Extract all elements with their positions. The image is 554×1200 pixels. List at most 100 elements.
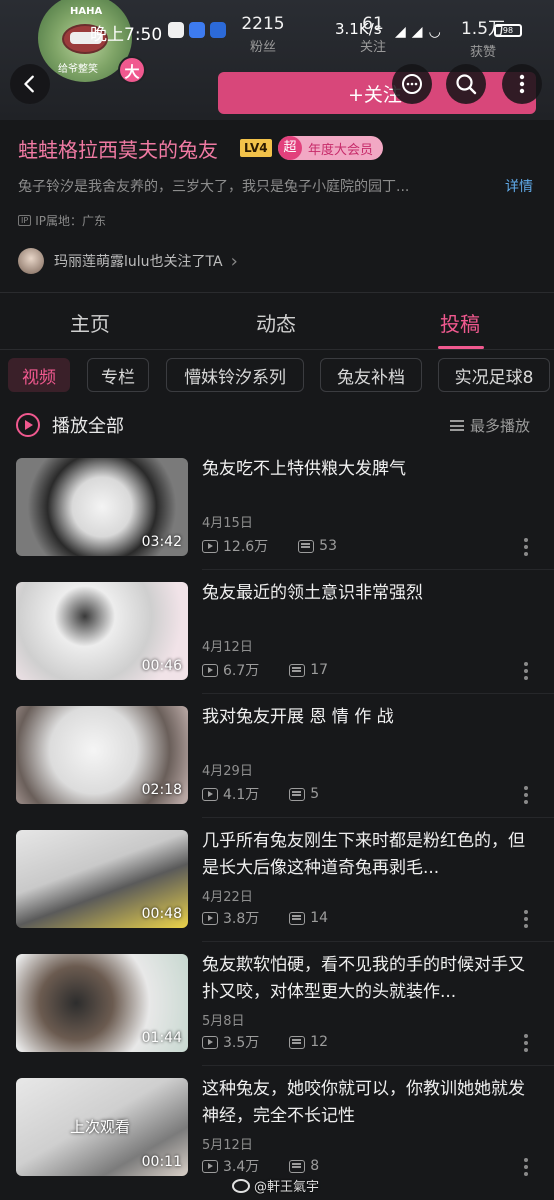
username: 蛙蛙格拉西莫夫的兔友 — [18, 138, 218, 162]
search-button[interactable] — [446, 64, 486, 104]
watermark: @軒王氣宇 — [232, 1176, 319, 1195]
mutual-avatar — [18, 248, 44, 274]
video-date: 4月29日 — [202, 764, 253, 779]
list-divider — [202, 1065, 554, 1066]
video-duration: 00:48 — [141, 906, 182, 922]
video-thumbnail[interactable]: 上次观看 00:11 — [16, 1078, 188, 1176]
ip-location: IP IP属地：广东 — [18, 212, 106, 229]
video-title[interactable]: 这种兔友，她咬你就可以，你教训她她就发神经，完全不长记性 — [202, 1076, 532, 1130]
video-date: 5月8日 — [202, 1014, 245, 1029]
view-count: 6.7万 — [223, 663, 260, 679]
video-meta: 4.1万 5 — [202, 784, 319, 804]
chip-column[interactable]: 专栏 — [87, 358, 149, 392]
more-vertical-icon[interactable] — [524, 910, 530, 928]
video-item[interactable]: 00:48 几乎所有兔友刚生下来时都是粉红色的，但是长大后像这种道奇兔再剥毛...… — [0, 828, 554, 952]
annual-vip-label: 年度大会员 — [308, 142, 374, 158]
chat-bubble-icon — [402, 74, 422, 94]
annual-vip-badge[interactable]: 超 年度大会员 — [278, 136, 384, 160]
video-title[interactable]: 兔友最近的领土意识非常强烈 — [202, 580, 532, 607]
play-all-button[interactable]: 播放全部 — [16, 412, 124, 438]
play-count-icon — [202, 1159, 218, 1173]
wifi-icon: ◡ — [428, 24, 441, 40]
last-watched-label: 上次观看 — [70, 1118, 131, 1136]
video-duration: 01:44 — [141, 1030, 182, 1046]
view-count: 3.8万 — [223, 911, 260, 927]
video-title[interactable]: 几乎所有兔友刚生下来时都是粉红色的，但是长大后像这种道奇兔再剥毛... — [202, 828, 532, 882]
video-thumbnail[interactable]: 02:18 — [16, 706, 188, 804]
stat-following[interactable]: 61 关注 — [338, 14, 408, 55]
more-button[interactable] — [502, 64, 542, 104]
search-icon — [456, 74, 477, 95]
video-item[interactable]: 00:46 兔友最近的领土意识非常强烈 4月12日 6.7万 17 — [0, 580, 554, 704]
super-vip-icon: 超 — [278, 136, 302, 160]
chevron-left-icon — [24, 75, 34, 93]
more-vertical-icon[interactable] — [524, 1158, 530, 1176]
weibo-icon — [232, 1178, 250, 1193]
stat-fans-label: 粉丝 — [249, 40, 276, 55]
mutual-follow-row[interactable]: 玛丽莲萌露lulu也关注了TA › — [18, 248, 238, 274]
app-icon — [189, 22, 205, 38]
chip-football[interactable]: 实况足球8 — [438, 358, 550, 392]
message-button[interactable] — [392, 64, 432, 104]
alipay-icon — [210, 22, 226, 38]
danmaku-count: 5 — [310, 786, 320, 802]
video-thumbnail[interactable]: 01:44 — [16, 954, 188, 1052]
play-count-icon — [202, 663, 218, 677]
video-thumbnail[interactable]: 00:48 — [16, 830, 188, 928]
tab-uploads[interactable]: 投稿 — [440, 308, 480, 337]
tab-dynamics[interactable]: 动态 — [256, 308, 296, 337]
more-vertical-icon[interactable] — [524, 786, 530, 804]
back-button[interactable] — [10, 64, 50, 104]
view-count: 12.6万 — [223, 539, 269, 555]
play-count-icon — [202, 911, 218, 925]
chip-video[interactable]: 视频 — [8, 358, 70, 392]
danmaku-count: 53 — [319, 538, 337, 554]
danmaku-count: 17 — [310, 662, 329, 678]
list-divider — [202, 569, 554, 570]
follow-button[interactable]: +关注 — [218, 72, 536, 114]
sort-button[interactable]: 最多播放 — [450, 415, 530, 436]
more-vertical-icon[interactable] — [524, 538, 530, 556]
view-count: 3.5万 — [223, 1035, 260, 1051]
danmaku-icon — [298, 539, 315, 553]
video-duration: 02:18 — [141, 782, 182, 798]
mutual-follow-text: 玛丽莲萌露lulu也关注了TA — [54, 254, 223, 270]
video-thumbnail[interactable]: 00:46 — [16, 582, 188, 680]
level-badge: LV4 — [240, 139, 272, 157]
video-item[interactable]: 02:18 我对兔友开展 恩 情 作 战 4月29日 4.1万 5 — [0, 704, 554, 828]
list-divider — [202, 817, 554, 818]
video-thumbnail[interactable]: 03:42 — [16, 458, 188, 556]
tab-home[interactable]: 主页 — [70, 308, 110, 337]
danmaku-icon — [289, 1159, 306, 1173]
danmaku-count: 12 — [310, 1034, 329, 1050]
play-all-label: 播放全部 — [52, 416, 124, 437]
stat-likes[interactable]: 1.5万 获赞 — [448, 14, 518, 60]
chip-archive[interactable]: 兔友补档 — [320, 358, 422, 392]
video-duration: 03:42 — [141, 534, 182, 550]
video-duration: 00:11 — [141, 1154, 182, 1170]
video-date: 4月15日 — [202, 516, 253, 531]
video-item[interactable]: 03:42 兔友吃不上特供粮大发脾气 4月15日 12.6万 53 — [0, 456, 554, 580]
chip-series[interactable]: 懵妹铃汐系列 — [166, 358, 304, 392]
stat-likes-label: 获赞 — [469, 45, 496, 60]
stat-fans[interactable]: 2215 粉丝 — [228, 14, 298, 55]
list-divider — [202, 693, 554, 694]
video-meta: 3.4万 8 — [202, 1156, 319, 1176]
detail-link[interactable]: 详情 — [505, 176, 533, 196]
avatar-text-top: HAHA — [70, 6, 103, 17]
video-title[interactable]: 兔友欺软怕硬，看不见我的手的时候对手又扑又咬，对体型更大的头就装作... — [202, 952, 532, 1006]
more-vertical-icon[interactable] — [524, 1034, 530, 1052]
ip-location-label: IP属地：广东 — [35, 214, 106, 228]
danmaku-count: 14 — [310, 910, 329, 926]
video-meta: 12.6万 53 — [202, 536, 337, 556]
video-title[interactable]: 我对兔友开展 恩 情 作 战 — [202, 704, 532, 731]
stat-likes-num: 1.5万 — [460, 19, 506, 39]
tab-divider — [0, 349, 554, 350]
watermark-text: @軒王氣宇 — [254, 1180, 320, 1195]
more-vertical-icon[interactable] — [524, 662, 530, 680]
video-title[interactable]: 兔友吃不上特供粮大发脾气 — [202, 456, 532, 483]
video-date: 5月12日 — [202, 1138, 253, 1153]
ip-icon: IP — [18, 215, 32, 226]
video-item[interactable]: 01:44 兔友欺软怕硬，看不见我的手的时候对手又扑又咬，对体型更大的头就装作..… — [0, 952, 554, 1076]
status-app-icons — [168, 22, 226, 38]
